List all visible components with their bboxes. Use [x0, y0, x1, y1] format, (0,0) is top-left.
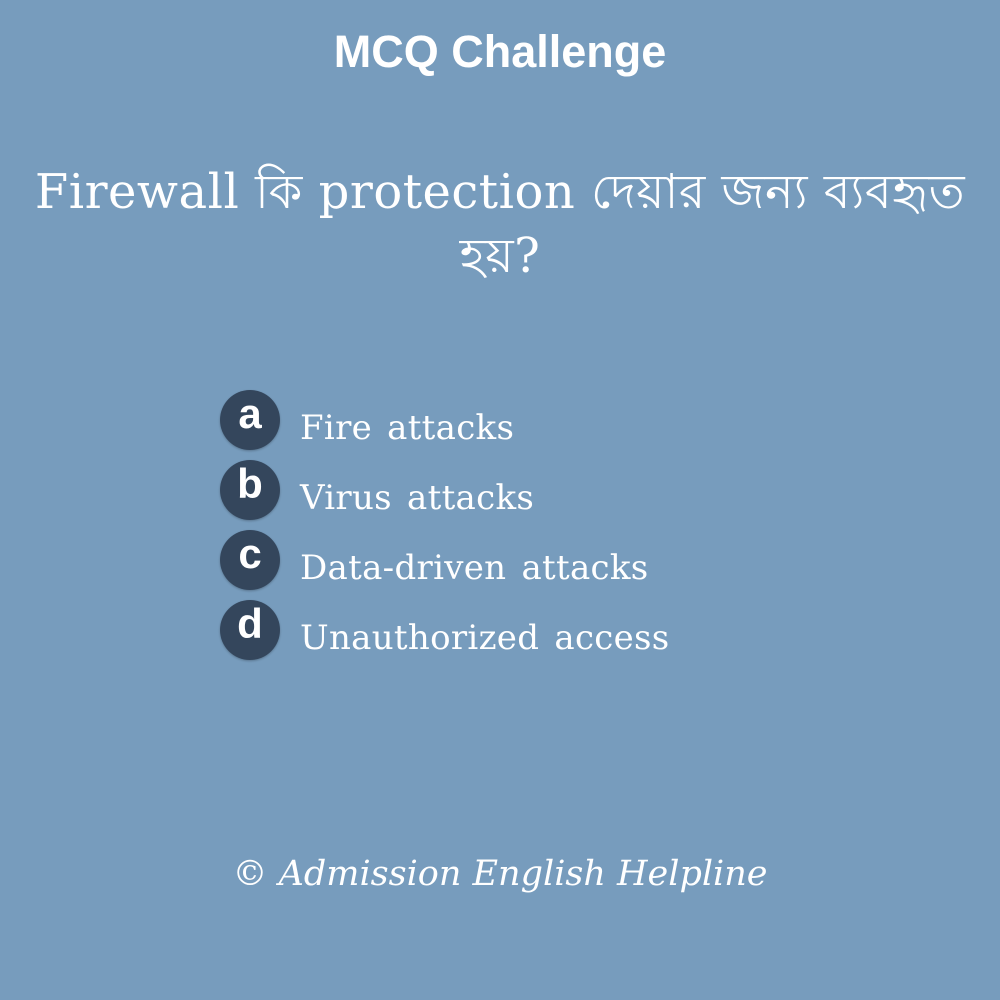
page-title: MCQ Challenge	[333, 26, 667, 77]
option-d[interactable]: d Unauthorized access	[220, 598, 920, 668]
option-b[interactable]: b Virus attacks	[220, 458, 920, 528]
option-c[interactable]: c Data-driven attacks	[220, 528, 920, 598]
footer-credit: © Admission English Helpline	[232, 854, 768, 894]
option-d-badge: d	[220, 600, 280, 660]
question-line-2: হয়?	[459, 228, 541, 284]
question-line-1: Firewall কি protection দেয়ার জন্য ব্যবহ…	[34, 164, 966, 220]
option-a-letter: a	[238, 390, 262, 437]
option-b-text: Virus attacks	[300, 478, 535, 518]
option-c-text: Data-driven attacks	[300, 548, 649, 588]
option-a[interactable]: a Fire attacks	[220, 388, 920, 458]
option-c-letter: c	[238, 530, 262, 577]
options-list: a Fire attacks b Virus attacks c Data-dr…	[220, 388, 920, 668]
option-a-text: Fire attacks	[300, 408, 515, 448]
option-d-letter: d	[237, 600, 263, 647]
option-c-badge: c	[220, 530, 280, 590]
option-b-letter: b	[237, 460, 263, 507]
option-a-badge: a	[220, 390, 280, 450]
option-b-badge: b	[220, 460, 280, 520]
option-d-text: Unauthorized access	[300, 618, 670, 658]
question-text: Firewall কি protection দেয়ার জন্য ব্যবহ…	[0, 160, 1000, 288]
